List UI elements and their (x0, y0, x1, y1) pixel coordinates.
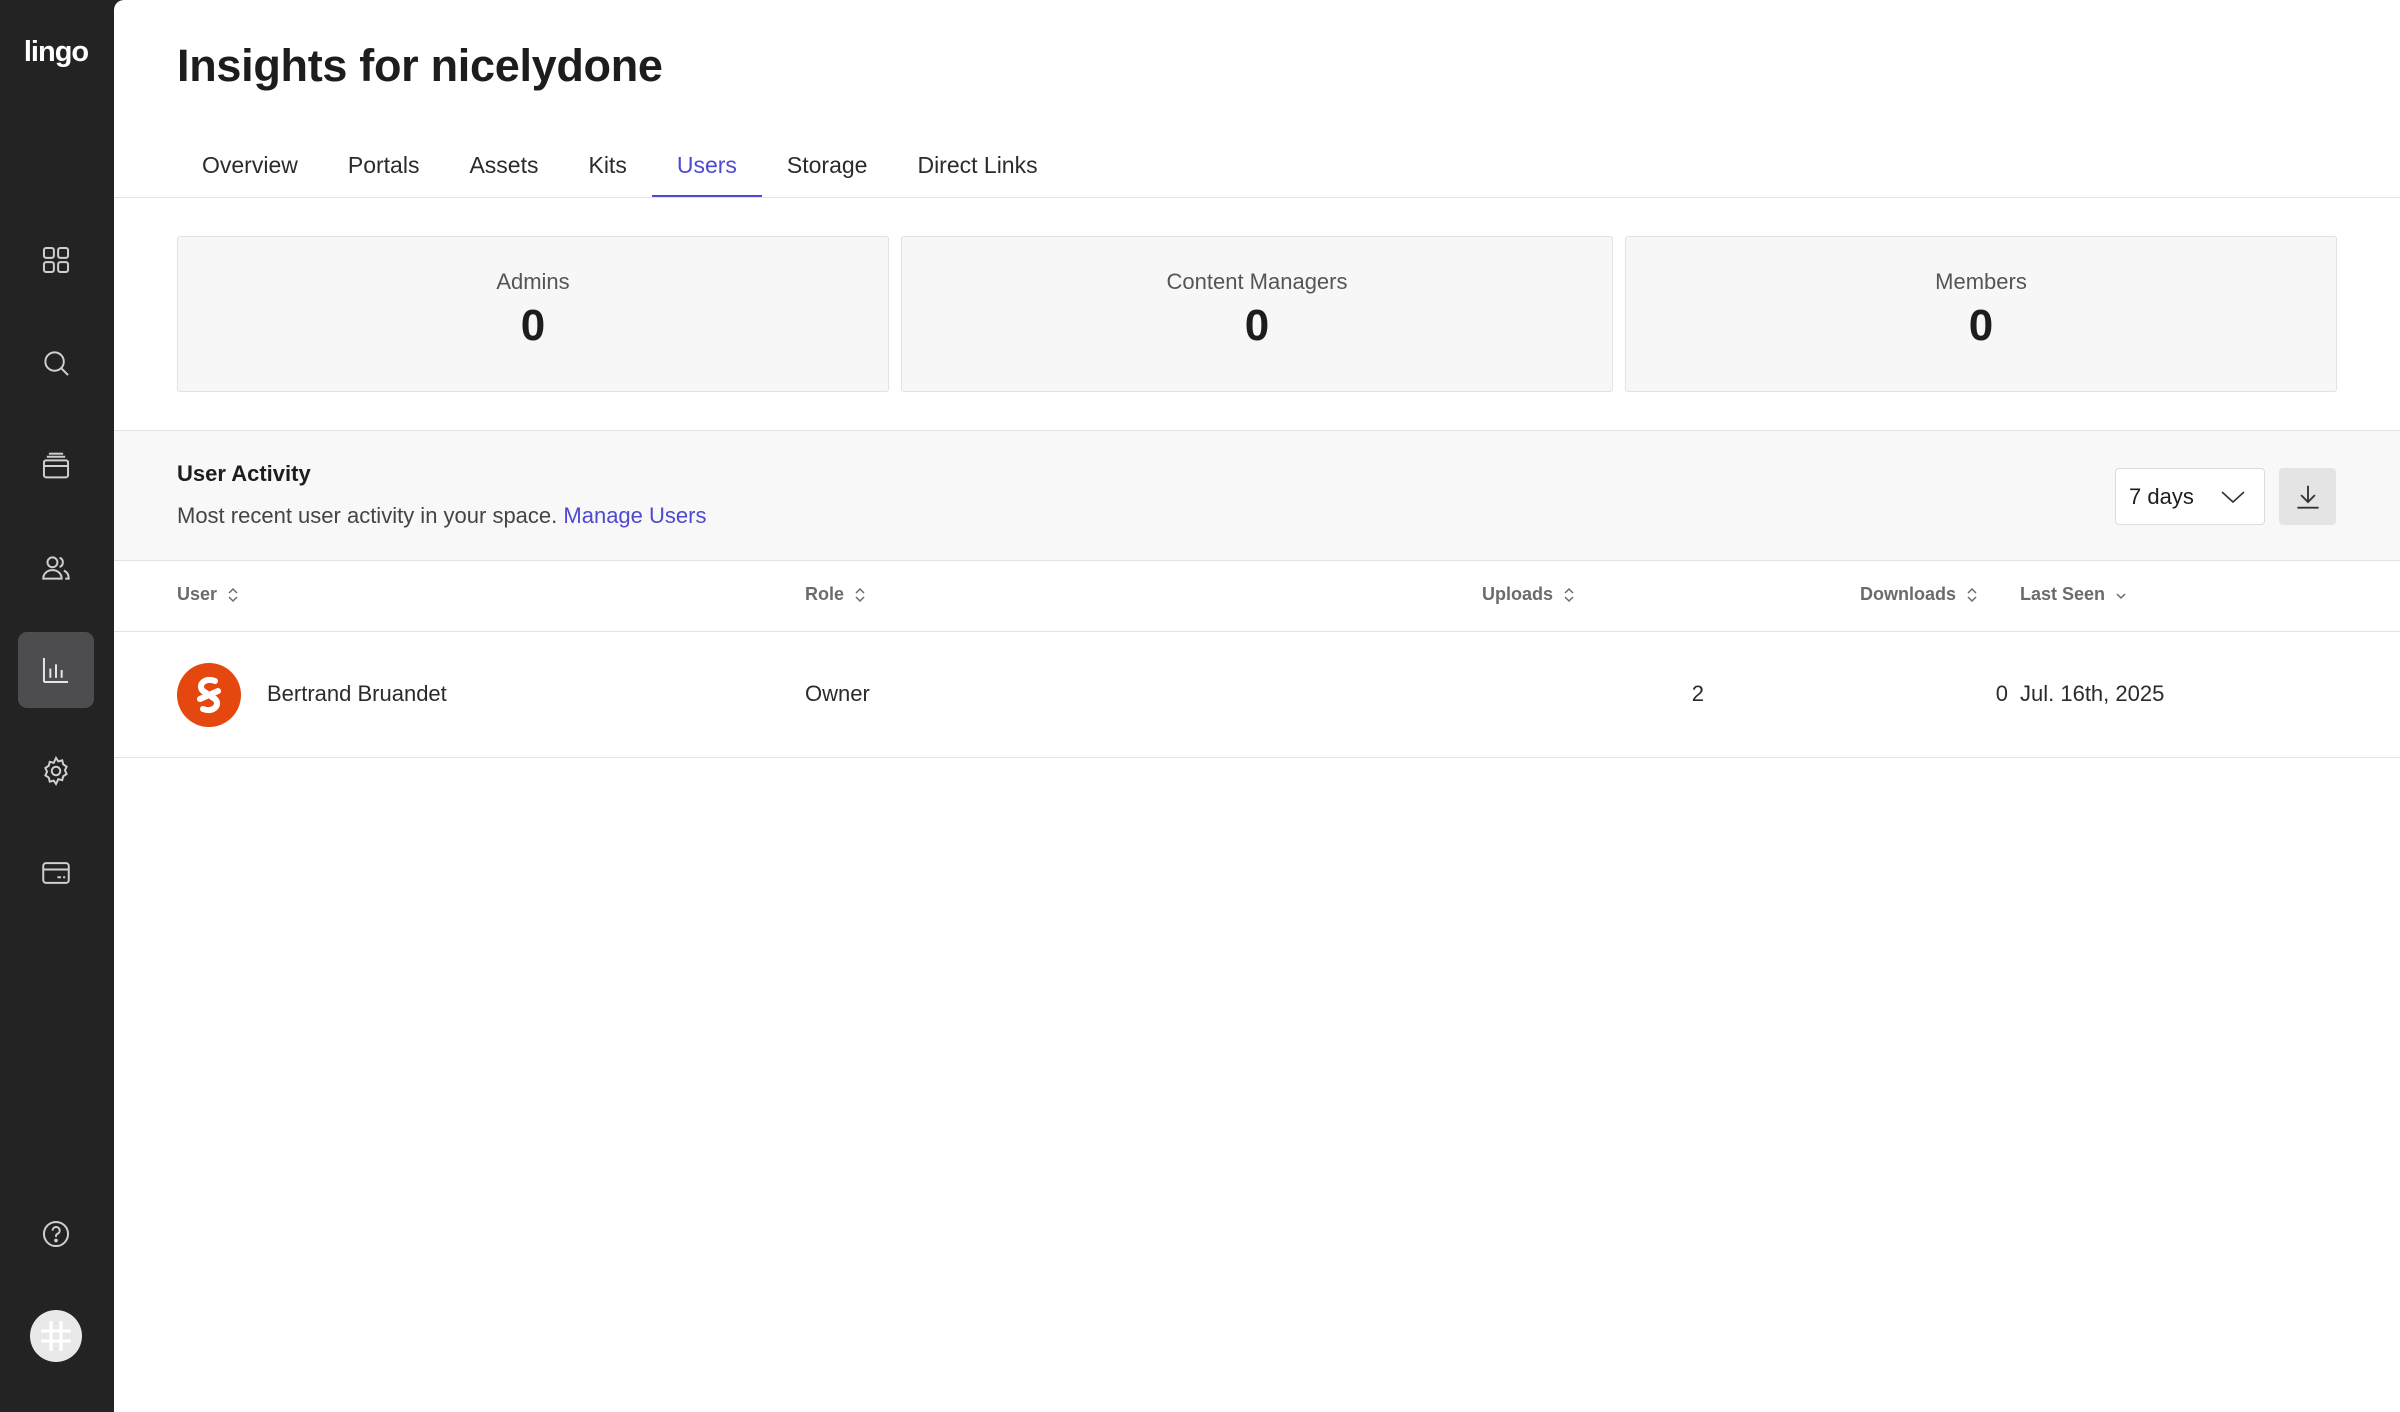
sort-icon (855, 587, 865, 602)
app-window: lingo Insights for nicelydone Overview P… (0, 0, 2400, 1412)
tab-direct-links[interactable]: Direct Links (892, 130, 1062, 198)
stat-card-content-managers: Content Managers 0 (901, 236, 1613, 392)
user-activity-header: User Activity Most recent user activity … (114, 430, 2400, 561)
description-text: Most recent user activity in your space. (177, 503, 558, 528)
stat-card-members: Members 0 (1625, 236, 2337, 392)
column-label: Last Seen (2020, 584, 2106, 604)
cell-downloads: 0 (1995, 681, 2008, 706)
section-description: Most recent user activity in your space.… (177, 503, 706, 529)
sidebar-item-settings[interactable] (18, 733, 94, 809)
period-select-value: 7 days (2129, 483, 2194, 509)
tab-assets[interactable]: Assets (444, 130, 563, 198)
column-header-user[interactable]: User (177, 584, 239, 605)
bar-chart-icon (42, 657, 69, 684)
avatar (177, 663, 241, 727)
stat-card-admins: Admins 0 (177, 236, 889, 392)
stat-label: Admins (496, 269, 570, 294)
help-button[interactable] (18, 1196, 94, 1272)
gear-icon (44, 755, 68, 787)
stat-value: 0 (1244, 301, 1270, 350)
users-icon (42, 556, 70, 580)
sort-icon (1967, 587, 1977, 602)
page-title: Insights for nicelydone (177, 40, 663, 91)
table-row[interactable]: Bertrand Bruandet Owner 2 0 Jul. 16th, 2… (114, 632, 2400, 758)
sidebar-item-dashboard[interactable] (18, 222, 94, 298)
tab-overview[interactable]: Overview (177, 130, 323, 198)
column-header-downloads[interactable]: Downloads (1860, 584, 1978, 605)
main-panel: Insights for nicelydone Overview Portals… (114, 0, 2400, 1412)
sidebar: lingo (0, 0, 114, 1412)
stat-value: 0 (520, 301, 546, 350)
chevron-down-icon (2116, 592, 2126, 599)
sidebar-item-billing[interactable] (18, 835, 94, 911)
help-icon (42, 1220, 70, 1248)
archive-icon (42, 452, 70, 479)
stat-label: Content Managers (1166, 269, 1348, 294)
tabs-divider (114, 197, 2400, 198)
section-title: User Activity (177, 461, 311, 486)
sidebar-item-users[interactable] (18, 530, 94, 606)
account-avatar[interactable] (30, 1310, 82, 1362)
download-button[interactable] (2279, 468, 2336, 525)
stat-label: Members (1935, 269, 2027, 294)
download-icon (2296, 485, 2319, 509)
tab-users[interactable]: Users (651, 130, 762, 198)
tab-portals[interactable]: Portals (323, 130, 445, 198)
cell-user-name: Bertrand Bruandet (267, 681, 447, 706)
sidebar-item-insights[interactable] (18, 632, 94, 708)
manage-users-link[interactable]: Manage Users (563, 503, 706, 528)
sidebar-item-library[interactable] (18, 428, 94, 504)
column-label: Downloads (1860, 584, 1957, 604)
cell-uploads: 2 (1691, 681, 1704, 706)
credit-card-icon (42, 862, 70, 884)
brand-logo-icon (197, 677, 221, 713)
column-label: Uploads (1482, 584, 1554, 604)
cell-role: Owner (805, 681, 870, 706)
sort-icon (228, 587, 238, 602)
stats-row: Admins 0 Content Managers 0 Members 0 (177, 236, 2337, 392)
account-avatar-icon (41, 1321, 71, 1351)
column-header-last-seen[interactable]: Last Seen (2020, 584, 2127, 605)
search-icon (44, 351, 69, 376)
column-label: Role (805, 584, 845, 604)
tab-kits[interactable]: Kits (563, 130, 651, 198)
grid-icon (42, 246, 70, 274)
column-label: User (177, 584, 218, 604)
cell-last-seen: Jul. 16th, 2025 (2020, 681, 2165, 706)
sort-icon (1564, 587, 1574, 602)
column-header-uploads[interactable]: Uploads (1482, 584, 1575, 605)
period-select[interactable]: 7 days (2115, 468, 2265, 525)
stat-value: 0 (1968, 301, 1994, 350)
tab-bar: Overview Portals Assets Kits Users Stora… (177, 130, 2400, 198)
column-header-role[interactable]: Role (805, 584, 866, 605)
table-header: User Role Uploads Downloads Last Seen (114, 562, 2400, 632)
lingo-logo[interactable]: lingo (0, 36, 112, 69)
sidebar-item-search[interactable] (18, 325, 94, 401)
tab-storage[interactable]: Storage (762, 130, 893, 198)
chevron-down-icon (2221, 491, 2245, 504)
